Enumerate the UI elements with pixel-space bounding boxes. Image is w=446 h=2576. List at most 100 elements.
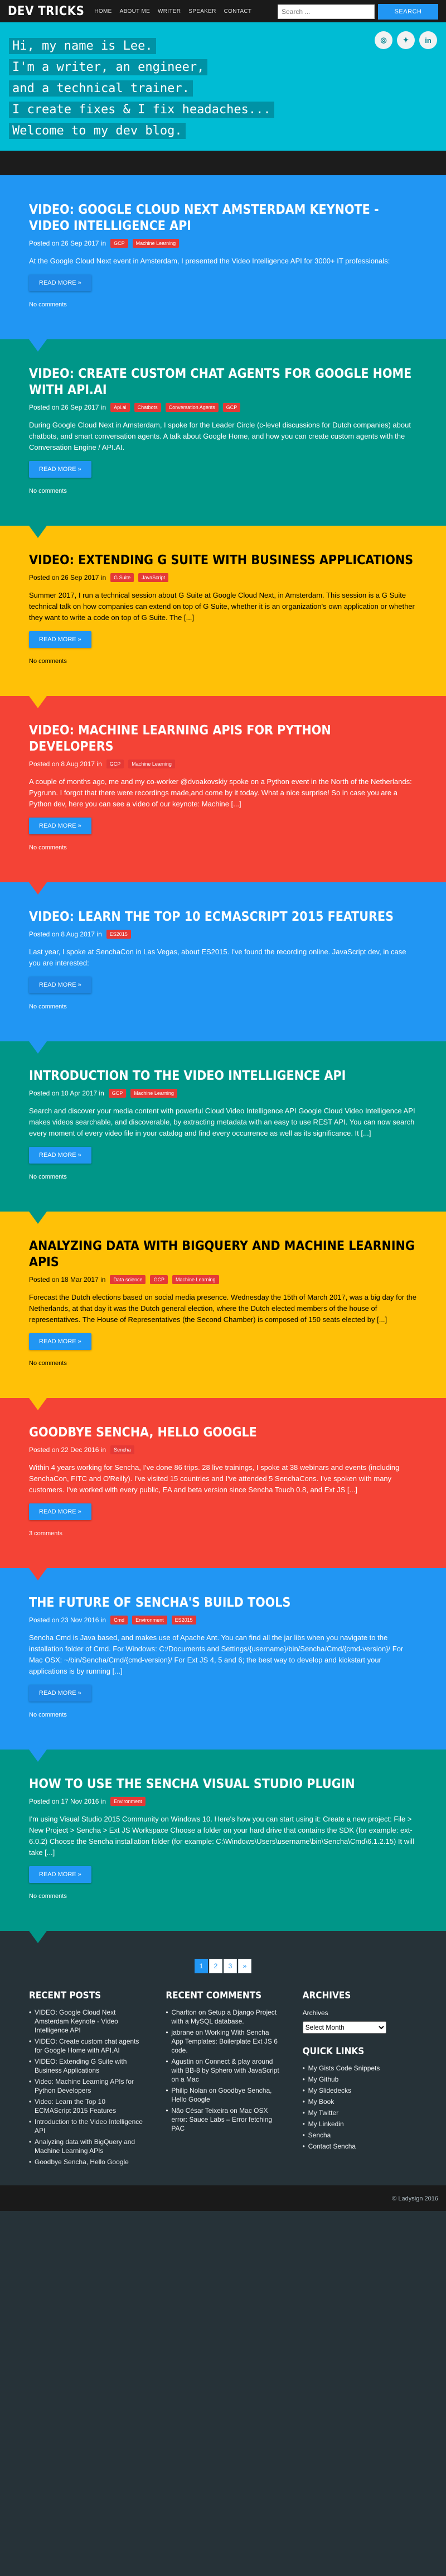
- read-more-button[interactable]: READ MORE »: [29, 1333, 91, 1350]
- page-link[interactable]: »: [238, 1959, 251, 1973]
- nav-contact[interactable]: CONTACT: [224, 8, 252, 15]
- recent-post-link[interactable]: VIDEO: Google Cloud Next Amsterdam Keyno…: [29, 2008, 143, 2035]
- post-tag[interactable]: Environment: [132, 1616, 167, 1625]
- post-title[interactable]: VIDEO: EXTENDING G SUITE WITH BUSINESS A…: [29, 552, 417, 569]
- recent-comment-link[interactable]: Agustin on Connect & play around with BB…: [166, 2057, 280, 2084]
- quick-link[interactable]: My Slidedecks: [303, 2086, 417, 2095]
- linkedin-icon[interactable]: in: [419, 31, 437, 49]
- post-tag[interactable]: Data science: [110, 1275, 146, 1284]
- read-more-button[interactable]: READ MORE »: [29, 1685, 91, 1702]
- post-tag[interactable]: GCP: [222, 403, 241, 412]
- recent-posts-widget: RECENT POSTS VIDEO: Google Cloud Next Am…: [29, 1990, 143, 2169]
- page-link[interactable]: 1: [195, 1959, 208, 1973]
- quick-link[interactable]: My Gists Code Snippets: [303, 2064, 417, 2073]
- recent-posts-title: RECENT POSTS: [29, 1990, 101, 2001]
- social-links: ◎ ✦ in: [375, 31, 437, 49]
- post-comments[interactable]: No comments: [29, 488, 417, 494]
- quick-link[interactable]: My Github: [303, 2075, 417, 2084]
- recent-comment-link[interactable]: Philip Nolan on Goodbye Sencha, Hello Go…: [166, 2086, 280, 2104]
- read-more-button[interactable]: READ MORE »: [29, 1503, 91, 1520]
- post-tag[interactable]: Machine Learning: [128, 760, 175, 768]
- post-title[interactable]: VIDEO: CREATE CUSTOM CHAT AGENTS FOR GOO…: [29, 366, 417, 398]
- search-input[interactable]: [278, 4, 375, 19]
- post-tag[interactable]: Machine Learning: [130, 1089, 177, 1098]
- post-tag[interactable]: Cmd: [110, 1616, 128, 1625]
- read-more-button[interactable]: READ MORE »: [29, 461, 91, 478]
- post-tag[interactable]: Sencha: [110, 1445, 134, 1454]
- post-date: Posted on 17 Nov 2016 in: [29, 1798, 106, 1805]
- post-comments[interactable]: No comments: [29, 844, 417, 851]
- post-tag[interactable]: Machine Learning: [132, 239, 180, 248]
- post-tag[interactable]: Chatbots: [134, 403, 161, 412]
- site-brand[interactable]: DEV TRICKS: [8, 4, 84, 18]
- quick-link[interactable]: My Book: [303, 2097, 417, 2106]
- post-comments[interactable]: No comments: [29, 1174, 417, 1180]
- post-tag[interactable]: GCP: [110, 239, 128, 248]
- post-title[interactable]: HOW TO USE THE SENCHA VISUAL STUDIO PLUG…: [29, 1776, 417, 1792]
- recent-post-link[interactable]: VIDEO: Extending G Suite with Business A…: [29, 2057, 143, 2075]
- page-link[interactable]: 3: [224, 1959, 237, 1973]
- archives-select[interactable]: Select Month: [302, 2021, 386, 2034]
- hero-line-3: and a technical trainer.: [9, 80, 193, 97]
- quick-link[interactable]: Sencha: [303, 2131, 417, 2140]
- post-card: VIDEO: MACHINE LEARNING APIS FOR PYTHON …: [0, 696, 446, 895]
- post-tag[interactable]: Conversation Agents: [165, 403, 219, 412]
- post-title[interactable]: INTRODUCTION TO THE VIDEO INTELLIGENCE A…: [29, 1068, 417, 1084]
- read-more-button[interactable]: READ MORE »: [29, 818, 91, 834]
- recent-comment-link[interactable]: Charlton on Setup a Django Project with …: [166, 2008, 280, 2026]
- page-link[interactable]: 2: [209, 1959, 222, 1973]
- read-more-button[interactable]: READ MORE »: [29, 977, 91, 993]
- post-tag[interactable]: GCP: [106, 760, 124, 768]
- read-more-button[interactable]: READ MORE »: [29, 275, 91, 291]
- hero-banner: Hi, my name is Lee. I'm a writer, an eng…: [0, 22, 446, 151]
- post-comments[interactable]: No comments: [29, 658, 417, 665]
- hero-line-4: I create fixes & I fix headaches...: [9, 102, 274, 118]
- post-card: THE FUTURE OF SENCHA'S BUILD TOOLS Poste…: [0, 1568, 446, 1762]
- quick-link[interactable]: My Linkedin: [303, 2120, 417, 2128]
- read-more-button[interactable]: READ MORE »: [29, 631, 91, 648]
- post-tag[interactable]: ES2015: [171, 1616, 196, 1625]
- recent-post-link[interactable]: Video: Learn the Top 10 ECMAScript 2015 …: [29, 2097, 143, 2115]
- post-title[interactable]: VIDEO: GOOGLE CLOUD NEXT AMSTERDAM KEYNO…: [29, 202, 417, 234]
- recent-post-link[interactable]: Introduction to the Video Intelligence A…: [29, 2117, 143, 2135]
- post-comments[interactable]: No comments: [29, 301, 417, 308]
- post-title[interactable]: THE FUTURE OF SENCHA'S BUILD TOOLS: [29, 1595, 417, 1611]
- post-comments[interactable]: No comments: [29, 1360, 417, 1367]
- nav-writer[interactable]: WRITER: [158, 8, 181, 15]
- post-meta: Posted on 17 Nov 2016 in Environment: [29, 1797, 417, 1806]
- nav-home[interactable]: HOME: [94, 8, 112, 15]
- post-title[interactable]: GOODBYE SENCHA, HELLO GOOGLE: [29, 1425, 417, 1441]
- post-title[interactable]: ANALYZING DATA WITH BIGQUERY AND MACHINE…: [29, 1238, 417, 1271]
- post-title[interactable]: VIDEO: LEARN THE TOP 10 ECMASCRIPT 2015 …: [29, 909, 417, 925]
- recent-comment-link[interactable]: Não César Teixeira on Mac OSX error: Sau…: [166, 2106, 280, 2133]
- quick-link[interactable]: My Twitter: [303, 2108, 417, 2117]
- quick-link[interactable]: Contact Sencha: [303, 2142, 417, 2151]
- post-tag[interactable]: ES2015: [106, 930, 131, 939]
- post-comments[interactable]: No comments: [29, 1712, 417, 1718]
- recent-post-link[interactable]: VIDEO: Create custom chat agents for Goo…: [29, 2037, 143, 2055]
- recent-comment-link[interactable]: jabrane on Working With Sencha App Templ…: [166, 2028, 280, 2055]
- post-tag[interactable]: GCP: [150, 1275, 168, 1284]
- recent-post-link[interactable]: Video: Machine Learning APIs for Python …: [29, 2077, 143, 2095]
- post-tag[interactable]: GCP: [108, 1089, 127, 1098]
- nav-about[interactable]: ABOUT ME: [120, 8, 150, 15]
- nav-speaker[interactable]: SPEAKER: [188, 8, 216, 15]
- read-more-button[interactable]: READ MORE »: [29, 1866, 91, 1883]
- search-button[interactable]: SEARCH: [378, 4, 438, 20]
- recent-post-link[interactable]: Goodbye Sencha, Hello Google: [29, 2157, 143, 2166]
- twitter-icon[interactable]: ✦: [397, 31, 415, 49]
- post-tag[interactable]: Environment: [110, 1797, 146, 1806]
- post-tag[interactable]: Machine Learning: [172, 1275, 219, 1284]
- post-tag[interactable]: G Suite: [110, 573, 134, 582]
- post-comments[interactable]: 3 comments: [29, 1530, 417, 1537]
- read-more-button[interactable]: READ MORE »: [29, 1147, 91, 1164]
- post-title[interactable]: VIDEO: MACHINE LEARNING APIS FOR PYTHON …: [29, 723, 417, 755]
- post-comments[interactable]: No comments: [29, 1893, 417, 1900]
- post-tag[interactable]: JavaScript: [138, 573, 169, 582]
- post-comments[interactable]: No comments: [29, 1003, 417, 1010]
- recent-post-link[interactable]: Analyzing data with BigQuery and Machine…: [29, 2137, 143, 2155]
- post-date: Posted on 26 Sep 2017 in: [29, 574, 106, 581]
- instagram-icon[interactable]: ◎: [375, 31, 392, 49]
- quick-links-title: QUICK LINKS: [302, 2046, 365, 2057]
- post-tag[interactable]: Api.ai: [110, 403, 130, 412]
